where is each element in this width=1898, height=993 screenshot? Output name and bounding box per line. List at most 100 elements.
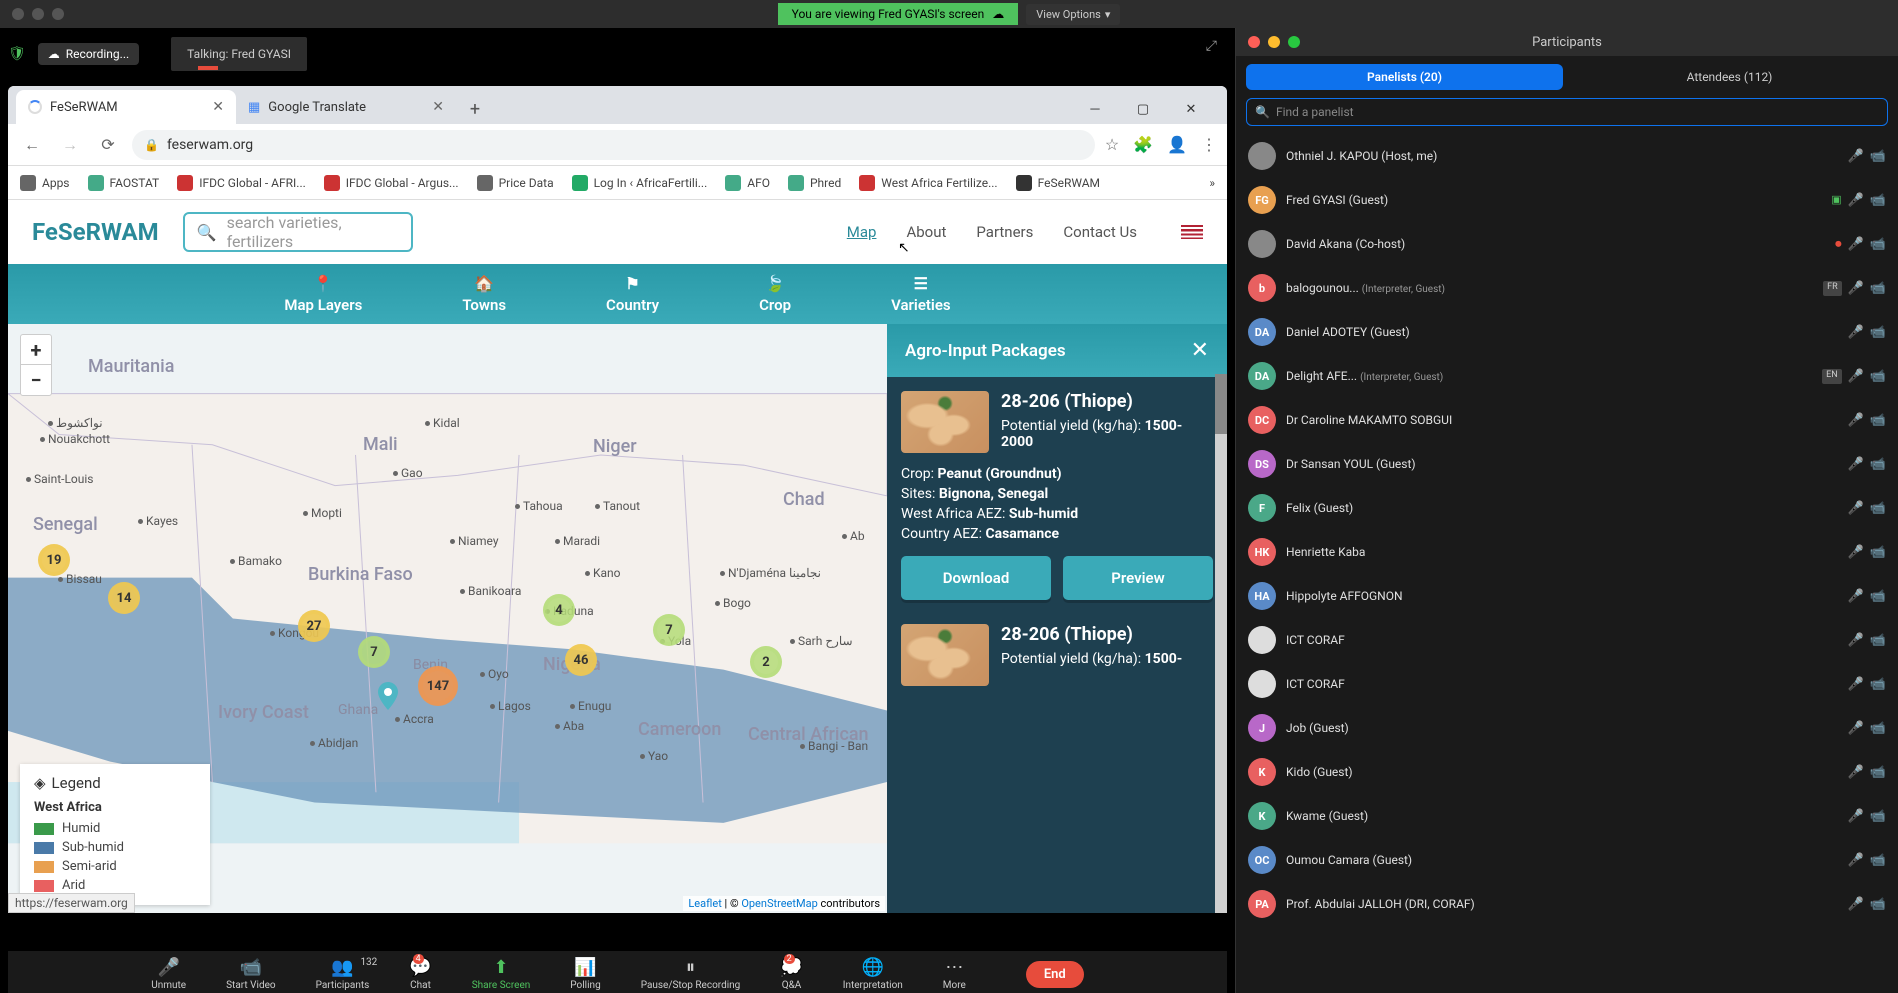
record-button[interactable]: ⏸Pause/Stop Recording: [641, 957, 741, 991]
participant-row[interactable]: KKwame (Guest)🎤📹: [1236, 794, 1898, 838]
language-flag[interactable]: [1181, 225, 1203, 239]
end-button[interactable]: End: [1026, 961, 1084, 988]
participant-row[interactable]: FFelix (Guest)🎤📹: [1236, 486, 1898, 530]
search-icon: 🔍: [197, 223, 217, 242]
tool-varieties[interactable]: ☰Varieties: [891, 274, 951, 314]
minimize-button[interactable]: ─: [1075, 94, 1115, 124]
participant-row[interactable]: ICT CORAF🎤📹: [1236, 618, 1898, 662]
participant-row[interactable]: DADaniel ADOTEY (Guest)🎤📹: [1236, 310, 1898, 354]
participant-row[interactable]: bbalogounou... (Interpreter, Guest)FR🎤📹: [1236, 266, 1898, 310]
find-panelist-input[interactable]: 🔍Find a panelist: [1246, 98, 1888, 126]
camera-off-icon: 📹: [1870, 633, 1886, 648]
reload-button[interactable]: ⟳: [94, 131, 122, 159]
tool-towns[interactable]: 🏠Towns: [462, 274, 506, 314]
legend-item: Semi-arid: [34, 857, 196, 876]
city-label: Ab: [850, 529, 865, 543]
browser-tab[interactable]: ▦ Google Translate ✕: [236, 90, 456, 124]
map-cluster[interactable]: 2: [750, 646, 782, 678]
attendees-tab[interactable]: Attendees (112): [1571, 64, 1888, 90]
zoom-out-button[interactable]: −: [21, 365, 51, 395]
preview-button[interactable]: Preview: [1063, 556, 1213, 600]
map-cluster[interactable]: 7: [653, 614, 685, 646]
map-cluster[interactable]: 46: [565, 644, 597, 676]
tool-map-layers[interactable]: 📍Map Layers: [284, 274, 362, 314]
scrollbar[interactable]: [1215, 374, 1227, 913]
country-label: Cameroon: [638, 719, 721, 740]
tool-crop[interactable]: 🍃Crop: [759, 274, 791, 314]
participant-row[interactable]: Othniel J. KAPOU (Host, me)🎤📹: [1236, 134, 1898, 178]
participant-row[interactable]: JJob (Guest)🎤📹: [1236, 706, 1898, 750]
avatar: [1248, 670, 1276, 698]
back-button[interactable]: ←: [18, 131, 46, 159]
extensions-icon[interactable]: 🧩: [1133, 135, 1153, 154]
bookmark-item[interactable]: Log In ‹ AfricaFertili...: [572, 175, 708, 191]
participant-row[interactable]: DSDr Sansan YOUL (Guest)🎤📹: [1236, 442, 1898, 486]
map-cluster[interactable]: 147: [418, 666, 458, 706]
participant-row[interactable]: OCOumou Camara (Guest)🎤📹: [1236, 838, 1898, 882]
participant-row[interactable]: PAProf. Abdulai JALLOH (DRI, CORAF)🎤📹: [1236, 882, 1898, 926]
bookmark-item[interactable]: IFDC Global - Argus...: [324, 175, 459, 191]
participant-row[interactable]: HAHippolyte AFFOGNON🎤📹: [1236, 574, 1898, 618]
participant-row[interactable]: HKHenriette Kaba🎤📹: [1236, 530, 1898, 574]
participants-button[interactable]: 👥132Participants: [316, 957, 370, 991]
cursor-icon: ↖: [898, 240, 910, 256]
polling-button[interactable]: 📊Polling: [570, 957, 600, 991]
tool-country[interactable]: ⚑Country: [606, 274, 659, 314]
menu-icon[interactable]: ⋮: [1201, 135, 1217, 154]
more-button[interactable]: ⋯More: [943, 957, 966, 991]
download-button[interactable]: Download: [901, 556, 1051, 600]
nav-contact[interactable]: Contact Us: [1063, 223, 1137, 241]
participant-row[interactable]: DADelight AFE... (Interpreter, Guest)EN🎤…: [1236, 354, 1898, 398]
nav-partners[interactable]: Partners: [976, 223, 1033, 241]
browser-tab[interactable]: FeSeRWAM ✕: [16, 90, 236, 124]
search-input[interactable]: 🔍 search varieties, fertilizers: [183, 212, 413, 252]
bookmark-item[interactable]: FeSeRWAM: [1016, 175, 1100, 191]
start-video-button[interactable]: 📹Start Video: [226, 957, 275, 991]
chat-button[interactable]: 💬4Chat: [409, 957, 431, 991]
city-label: Oyo: [488, 667, 509, 681]
forward-button[interactable]: →: [56, 131, 84, 159]
map-canvas[interactable]: + − MauritaniaMaliNigerChadSenegalBurkin…: [8, 324, 887, 913]
mic-muted-icon: 🎤: [1848, 281, 1864, 296]
participant-row[interactable]: David Akana (Co-host)⏺🎤📹: [1236, 222, 1898, 266]
close-window-button[interactable]: ✕: [1171, 94, 1211, 124]
bookmark-item[interactable]: FAOSTAT: [88, 175, 160, 191]
maximize-button[interactable]: ▢: [1123, 94, 1163, 124]
interpretation-button[interactable]: 🌐Interpretation: [843, 957, 903, 991]
profile-icon[interactable]: 👤: [1167, 135, 1187, 154]
participant-row[interactable]: DCDr Caroline MAKAMTO SOBGUI🎤📹: [1236, 398, 1898, 442]
participant-row[interactable]: FGFred GYASI (Guest)▣🎤📹: [1236, 178, 1898, 222]
country-label: Burkina Faso: [308, 564, 413, 585]
unmute-button[interactable]: 🎤Unmute: [151, 957, 186, 991]
zoom-in-button[interactable]: +: [21, 335, 51, 365]
map-cluster[interactable]: 27: [298, 610, 330, 642]
camera-off-icon: 📹: [1870, 237, 1886, 252]
close-panel-button[interactable]: ✕: [1191, 338, 1209, 363]
map-pin-icon[interactable]: [378, 682, 398, 710]
qa-button[interactable]: 💭2Q&A: [780, 957, 802, 991]
map-cluster[interactable]: 14: [108, 582, 140, 614]
address-bar[interactable]: 🔒 feserwam.org: [132, 130, 1095, 160]
close-tab-icon[interactable]: ✕: [212, 99, 224, 115]
bookmark-item[interactable]: AFO: [725, 175, 770, 191]
bookmark-item[interactable]: IFDC Global - AFRI...: [177, 175, 306, 191]
star-icon[interactable]: ☆: [1105, 135, 1119, 154]
more-bookmarks[interactable]: »: [1209, 176, 1215, 190]
panelists-tab[interactable]: Panelists (20): [1246, 64, 1563, 90]
site-logo[interactable]: FeSeRWAM: [32, 218, 159, 246]
map-cluster[interactable]: 4: [543, 594, 575, 626]
bookmark-item[interactable]: Price Data: [477, 175, 554, 191]
share-screen-button[interactable]: ⬆Share Screen: [472, 957, 531, 991]
nav-map[interactable]: Map: [847, 223, 877, 241]
map-cluster[interactable]: 7: [358, 636, 390, 668]
close-tab-icon[interactable]: ✕: [432, 99, 444, 115]
participant-row[interactable]: ICT CORAF🎤📹: [1236, 662, 1898, 706]
map-cluster[interactable]: 19: [38, 544, 70, 576]
bookmark-item[interactable]: Phred: [788, 175, 841, 191]
new-tab-button[interactable]: +: [460, 94, 490, 124]
bookmark-item[interactable]: West Africa Fertilize...: [859, 175, 997, 191]
nav-about[interactable]: About: [906, 223, 946, 241]
bookmark-item[interactable]: Apps: [20, 175, 70, 191]
participant-row[interactable]: KKido (Guest)🎤📹: [1236, 750, 1898, 794]
city-label: Enugu: [578, 699, 611, 713]
